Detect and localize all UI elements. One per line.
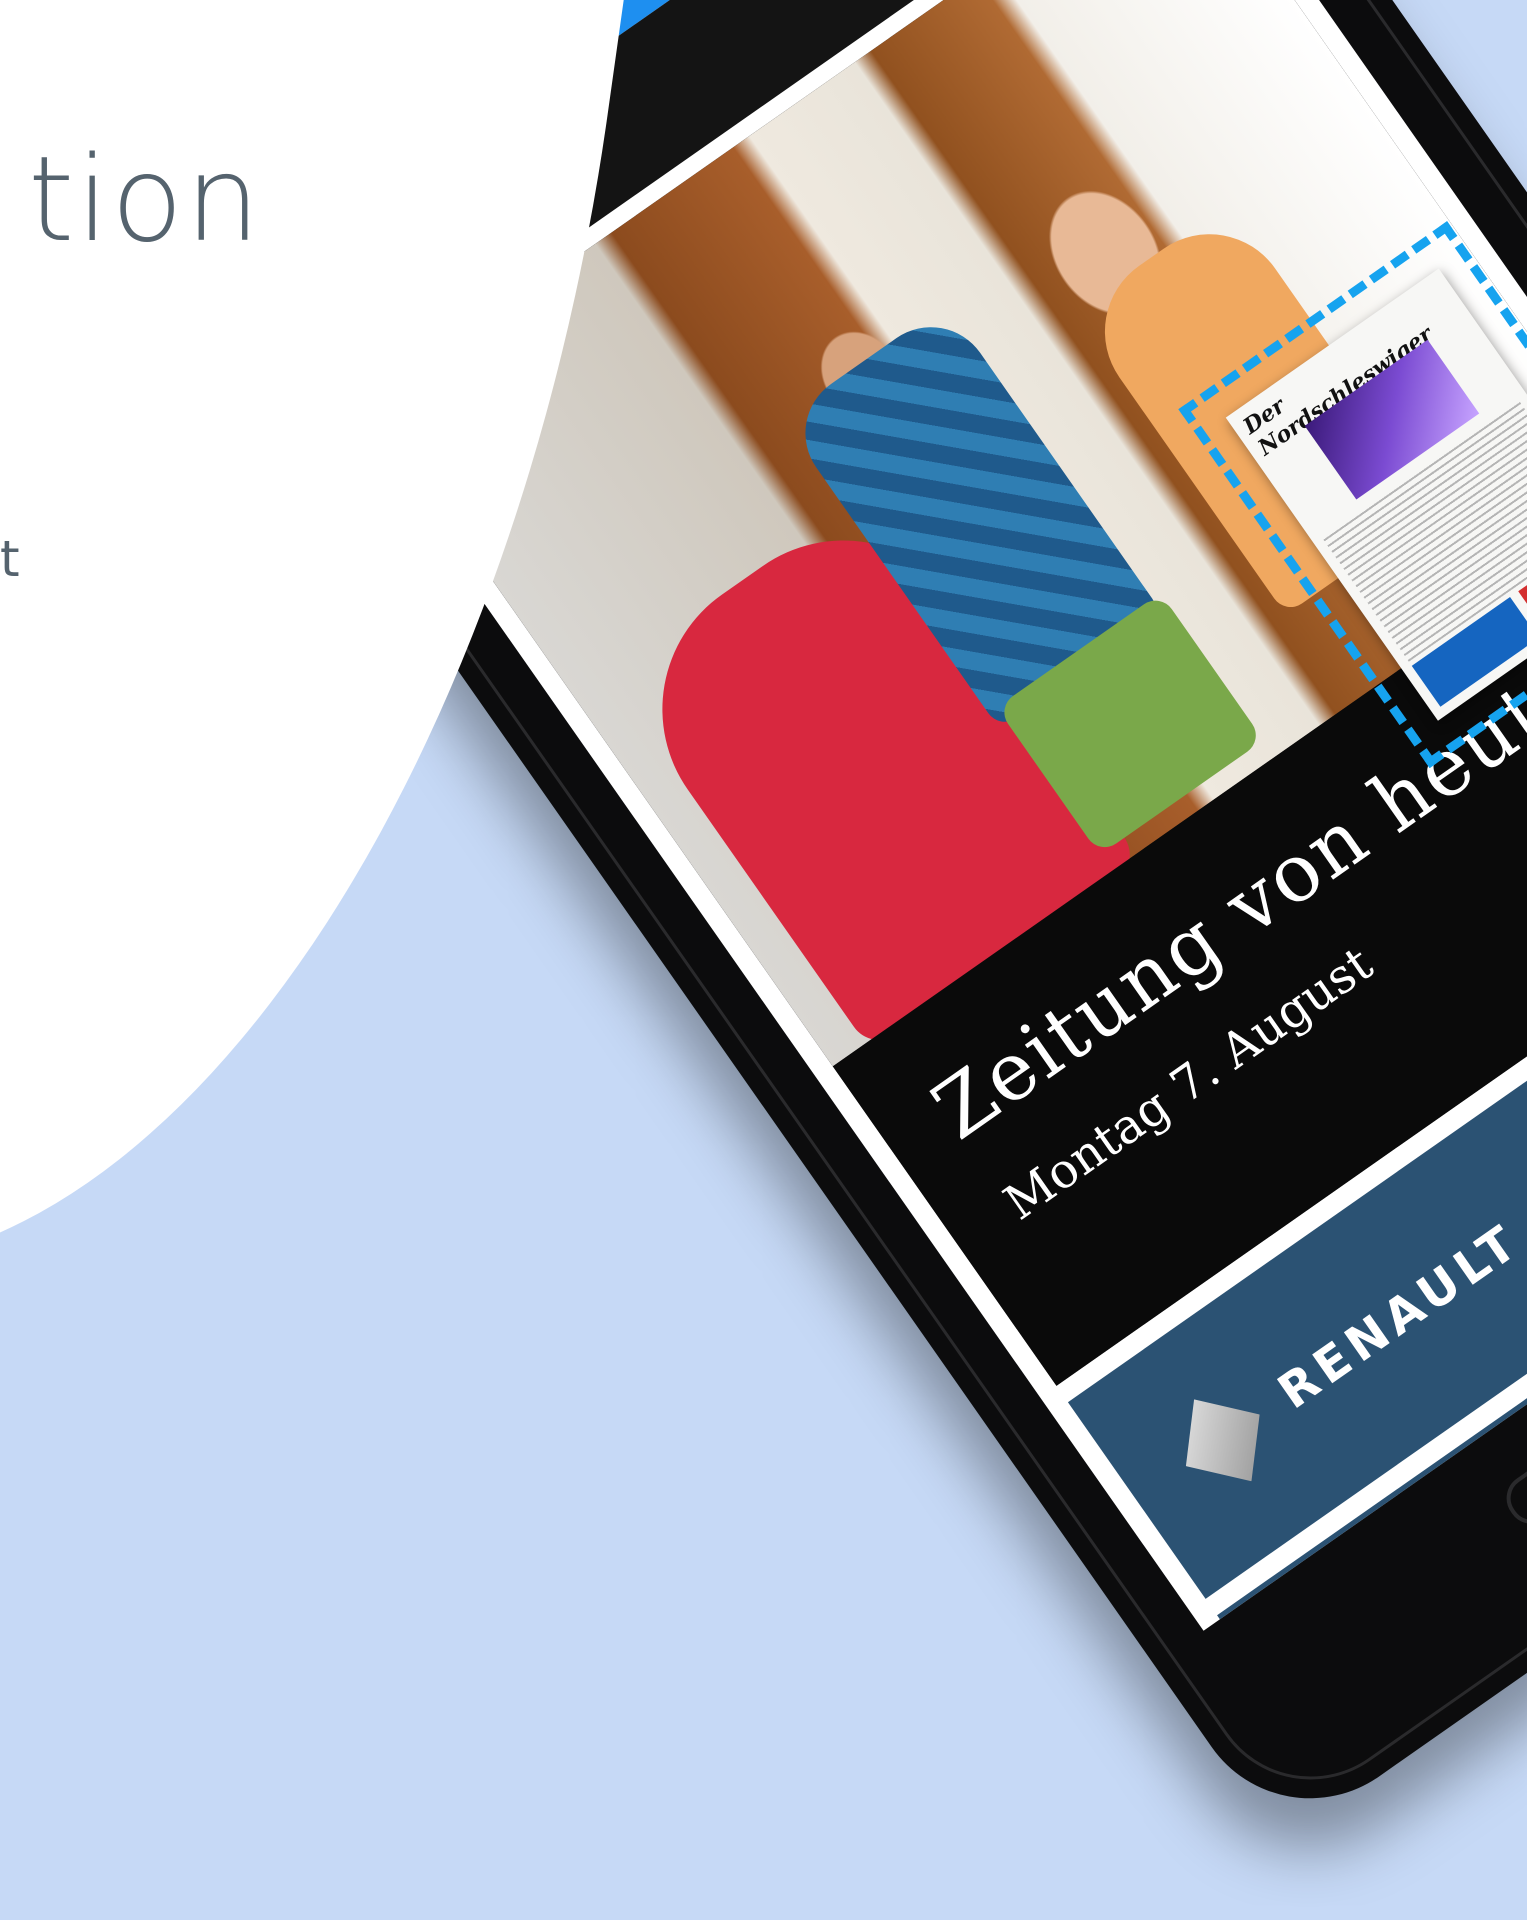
ad-brand: RENAULT: [1268, 1212, 1527, 1421]
renault-diamond-icon: [1157, 1374, 1288, 1508]
promo-stage: ur Zeitung von heute Montag 7. August De…: [0, 0, 1527, 1920]
promo-headline: tion: [28, 130, 263, 268]
promo-subline: t: [0, 530, 20, 588]
